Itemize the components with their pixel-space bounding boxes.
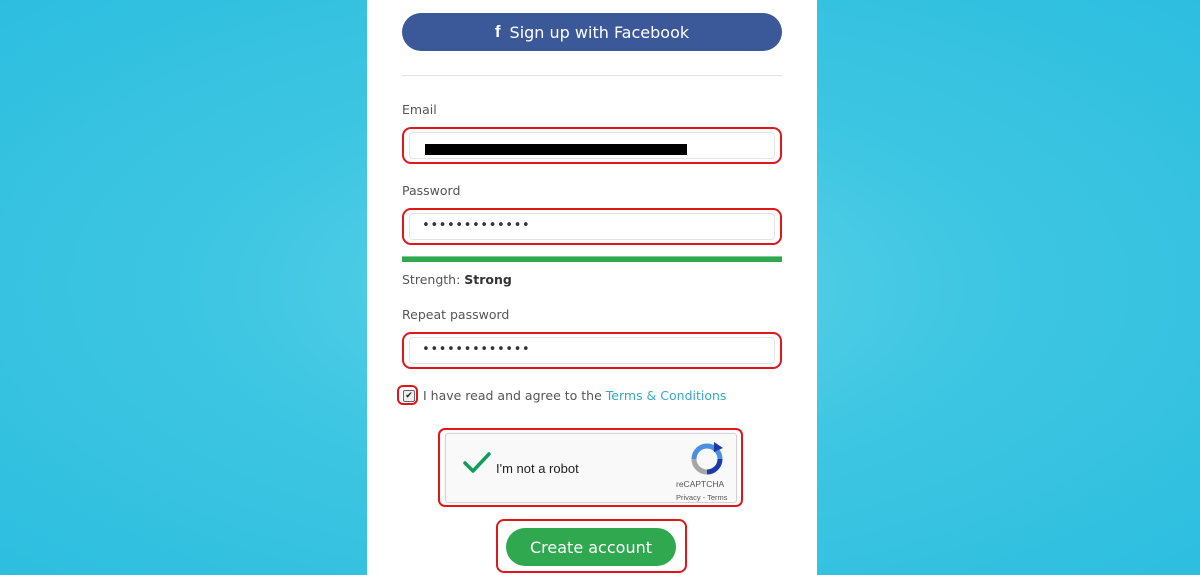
- strength-value: Strong: [464, 272, 512, 287]
- signup-panel: f Sign up with Facebook Email Password •…: [367, 0, 817, 575]
- password-strength: Strength: Strong: [402, 272, 512, 287]
- password-label: Password: [402, 183, 461, 198]
- email-redaction: [425, 144, 687, 155]
- email-highlight: [402, 127, 782, 164]
- password-field[interactable]: •••••••••••••: [409, 213, 775, 240]
- recaptcha-logo-icon: [691, 442, 723, 475]
- facebook-signup-label: Sign up with Facebook: [509, 22, 690, 42]
- password-strength-bar: [402, 256, 782, 262]
- facebook-icon: f: [494, 22, 501, 41]
- terms-checkbox-highlight: ✔: [397, 385, 418, 405]
- captcha-label: I'm not a robot: [496, 461, 579, 476]
- password-highlight: •••••••••••••: [402, 208, 782, 245]
- email-field[interactable]: [409, 132, 775, 159]
- repeat-password-label: Repeat password: [402, 307, 510, 322]
- create-account-highlight: Create account: [496, 519, 687, 573]
- create-account-button[interactable]: Create account: [506, 528, 676, 566]
- recaptcha-widget[interactable]: I'm not a robot reCAPTCHA Privacy - Term…: [445, 433, 737, 503]
- recaptcha-brand: reCAPTCHA: [676, 479, 725, 489]
- divider: [402, 75, 782, 76]
- email-label: Email: [402, 102, 437, 117]
- password-value: •••••••••••••: [422, 218, 531, 233]
- terms-prefix: I have read and agree to the: [423, 388, 602, 403]
- terms-link[interactable]: Terms & Conditions: [606, 388, 727, 403]
- facebook-signup-button[interactable]: f Sign up with Facebook: [402, 13, 782, 51]
- repeat-password-value: •••••••••••••: [422, 342, 531, 357]
- recaptcha-privacy-terms[interactable]: Privacy - Terms: [676, 493, 728, 502]
- terms-checkbox[interactable]: ✔: [403, 390, 415, 402]
- captcha-highlight: I'm not a robot reCAPTCHA Privacy - Term…: [438, 428, 743, 507]
- strength-label: Strength:: [402, 272, 461, 287]
- checkmark-icon[interactable]: [462, 448, 492, 478]
- repeat-password-field[interactable]: •••••••••••••: [409, 337, 775, 364]
- terms-agreement: I have read and agree to the Terms & Con…: [423, 388, 726, 403]
- repeat-password-highlight: •••••••••••••: [402, 332, 782, 369]
